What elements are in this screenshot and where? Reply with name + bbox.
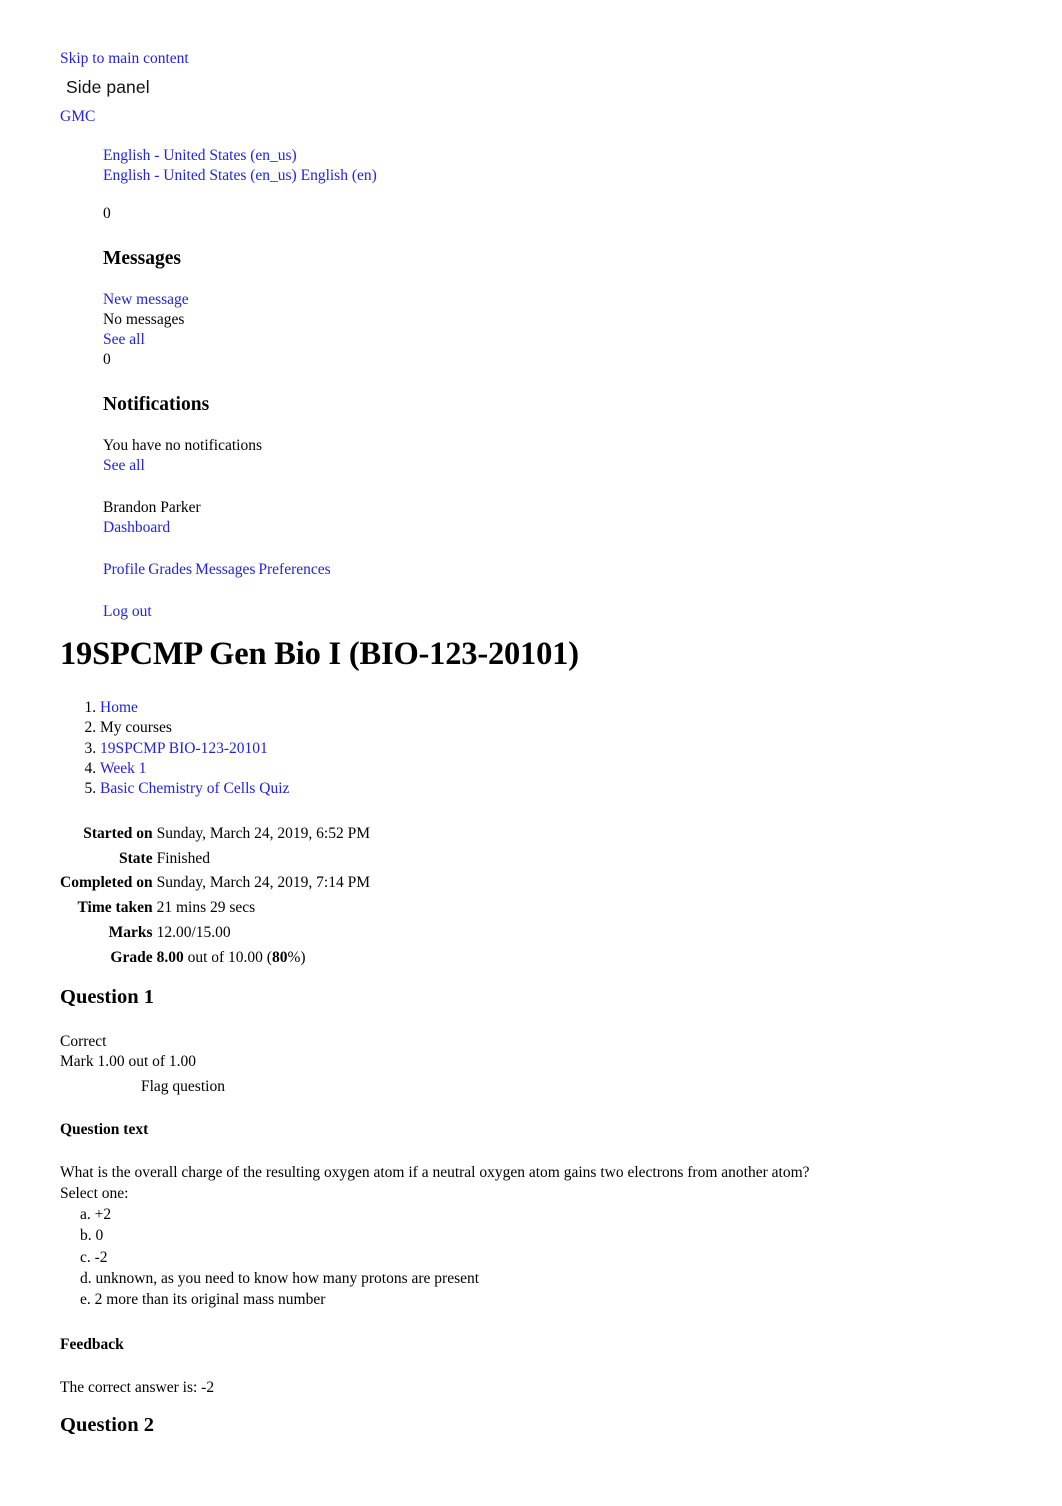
new-message-row: New message bbox=[103, 290, 703, 310]
summary-row: Completed on Sunday, March 24, 2019, 7:14… bbox=[60, 871, 370, 896]
dashboard-row: Dashboard bbox=[103, 518, 703, 538]
notifications-heading: Notifications bbox=[103, 394, 210, 415]
summary-label-grade: Grade bbox=[110, 948, 153, 966]
summary-value-0: Sunday, March 24, 2019, 6:52 PM bbox=[156, 825, 370, 842]
messages-see-all-link[interactable]: See all bbox=[103, 331, 145, 348]
messages-see-all-row: See all bbox=[103, 330, 703, 350]
breadcrumb-item-1: My courses bbox=[100, 718, 289, 738]
messages-empty-text: No messages bbox=[103, 311, 185, 328]
question-1-option-2[interactable]: c. -2 bbox=[80, 1247, 479, 1268]
question-1-options: a. +2 b. 0 c. -2 d. unknown, as you need to… bbox=[80, 1204, 479, 1310]
question-1-heading: Question 1 bbox=[60, 986, 154, 1008]
language-options-row: English - United States (en_us) English … bbox=[103, 166, 703, 186]
question-2-heading: Question 2 bbox=[60, 1414, 154, 1436]
messages-count-badge: 0 bbox=[103, 205, 111, 222]
breadcrumb-link-2[interactable]: 19SPCMP BIO-123-20101 bbox=[100, 740, 268, 757]
summary-value-grade: 8.00 out of 10.00 (80%) bbox=[156, 948, 306, 966]
notifications-see-all-link[interactable]: See all bbox=[103, 457, 145, 474]
language-current-row: English - United States (en_us) bbox=[103, 146, 703, 166]
profile-link[interactable]: Profile bbox=[103, 561, 145, 578]
grades-link[interactable]: Grades bbox=[148, 561, 192, 578]
brand-link-gmc[interactable]: GMC bbox=[60, 108, 95, 126]
summary-row: Time taken 21 mins 29 secs bbox=[60, 896, 370, 921]
summary-value-4: 12.00/15.00 bbox=[156, 923, 231, 941]
question-1-text: What is the overall charge of the result… bbox=[60, 1164, 810, 1181]
user-menu-links: Profile Grades Messages Preferences bbox=[103, 560, 703, 580]
breadcrumb-link-3[interactable]: Week 1 bbox=[100, 760, 147, 777]
skip-to-main-content-link[interactable]: Skip to main content bbox=[60, 50, 189, 68]
user-name: Brandon Parker bbox=[103, 499, 201, 516]
summary-label-0: Started on bbox=[83, 825, 153, 842]
quiz-review-page: Skip to main content Side panel GMC Engl… bbox=[0, 0, 1062, 1506]
notifications-see-all-row: See all bbox=[103, 456, 703, 476]
question-1-option-1[interactable]: b. 0 bbox=[80, 1225, 479, 1246]
summary-label-3: Time taken bbox=[77, 899, 153, 917]
question-1-option-4[interactable]: e. 2 more than its original mass number bbox=[80, 1289, 479, 1310]
summary-label-4: Marks bbox=[108, 923, 153, 941]
summary-row: Marks 12.00/15.00 bbox=[60, 921, 370, 946]
logout-row: Log out bbox=[103, 602, 703, 622]
summary-value-1: Finished bbox=[156, 849, 210, 867]
grade-percent: 80 bbox=[271, 948, 288, 966]
breadcrumb-item-3[interactable]: Week 1 bbox=[100, 759, 289, 779]
dashboard-link[interactable]: Dashboard bbox=[103, 519, 170, 536]
side-panel-title: Side panel bbox=[66, 77, 150, 97]
breadcrumb-item-0[interactable]: Home bbox=[100, 698, 289, 718]
breadcrumb-item-2[interactable]: 19SPCMP BIO-123-20101 bbox=[100, 739, 289, 759]
breadcrumb-link-0[interactable]: Home bbox=[100, 699, 138, 716]
question-1-feedback-text: The correct answer is: -2 bbox=[60, 1379, 215, 1396]
summary-value-2: Sunday, March 24, 2019, 7:14 PM bbox=[156, 874, 370, 892]
summary-label-2: Completed on bbox=[60, 874, 153, 892]
summary-row-grade: Grade 8.00 out of 10.00 (80%) bbox=[60, 946, 370, 971]
notifications-count-badge: 0 bbox=[103, 351, 111, 368]
breadcrumb-item-4[interactable]: Basic Chemistry of Cells Quiz bbox=[100, 779, 289, 799]
notifications-empty-text: You have no notifications bbox=[103, 437, 263, 454]
new-message-link[interactable]: New message bbox=[103, 291, 189, 308]
question-1-select-one-label: Select one: bbox=[60, 1185, 129, 1202]
question-1-state: Correct bbox=[60, 1033, 107, 1050]
question-1-feedback-label: Feedback bbox=[60, 1336, 124, 1353]
page-title: 19SPCMP Gen Bio I (BIO-123-20101) bbox=[60, 636, 579, 672]
grade-points: 8.00 bbox=[156, 948, 184, 966]
question-1-option-0[interactable]: a. +2 bbox=[80, 1204, 479, 1225]
attempt-summary-table: Started on Sunday, March 24, 2019, 6:52 P… bbox=[60, 822, 370, 970]
flag-question-button[interactable]: Flag question bbox=[141, 1077, 225, 1098]
breadcrumb: Home My courses 19SPCMP BIO-123-20101 Week … bbox=[60, 698, 289, 799]
language-current-link[interactable]: English - United States (en_us) bbox=[103, 147, 297, 164]
breadcrumb-link-4[interactable]: Basic Chemistry of Cells Quiz bbox=[100, 780, 289, 797]
question-1-option-3[interactable]: d. unknown, as you need to know how many… bbox=[80, 1268, 479, 1289]
summary-row: State Finished bbox=[60, 847, 370, 872]
language-options-link[interactable]: English - United States (en_us) English … bbox=[103, 167, 377, 184]
messages-link[interactable]: Messages bbox=[195, 561, 255, 578]
question-1-text-label: Question text bbox=[60, 1121, 149, 1138]
question-1-mark: Mark 1.00 out of 1.00 bbox=[60, 1053, 197, 1070]
side-panel-body: English - United States (en_us) English … bbox=[103, 146, 703, 622]
logout-link[interactable]: Log out bbox=[103, 603, 152, 620]
summary-label-1: State bbox=[119, 849, 153, 867]
summary-value-3: 21 mins 29 secs bbox=[156, 899, 256, 917]
attempt-summary-body: Started on Sunday, March 24, 2019, 6:52 P… bbox=[60, 822, 370, 970]
messages-heading: Messages bbox=[103, 248, 181, 269]
preferences-link[interactable]: Preferences bbox=[258, 561, 330, 578]
summary-row: Started on Sunday, March 24, 2019, 6:52 P… bbox=[60, 822, 370, 847]
